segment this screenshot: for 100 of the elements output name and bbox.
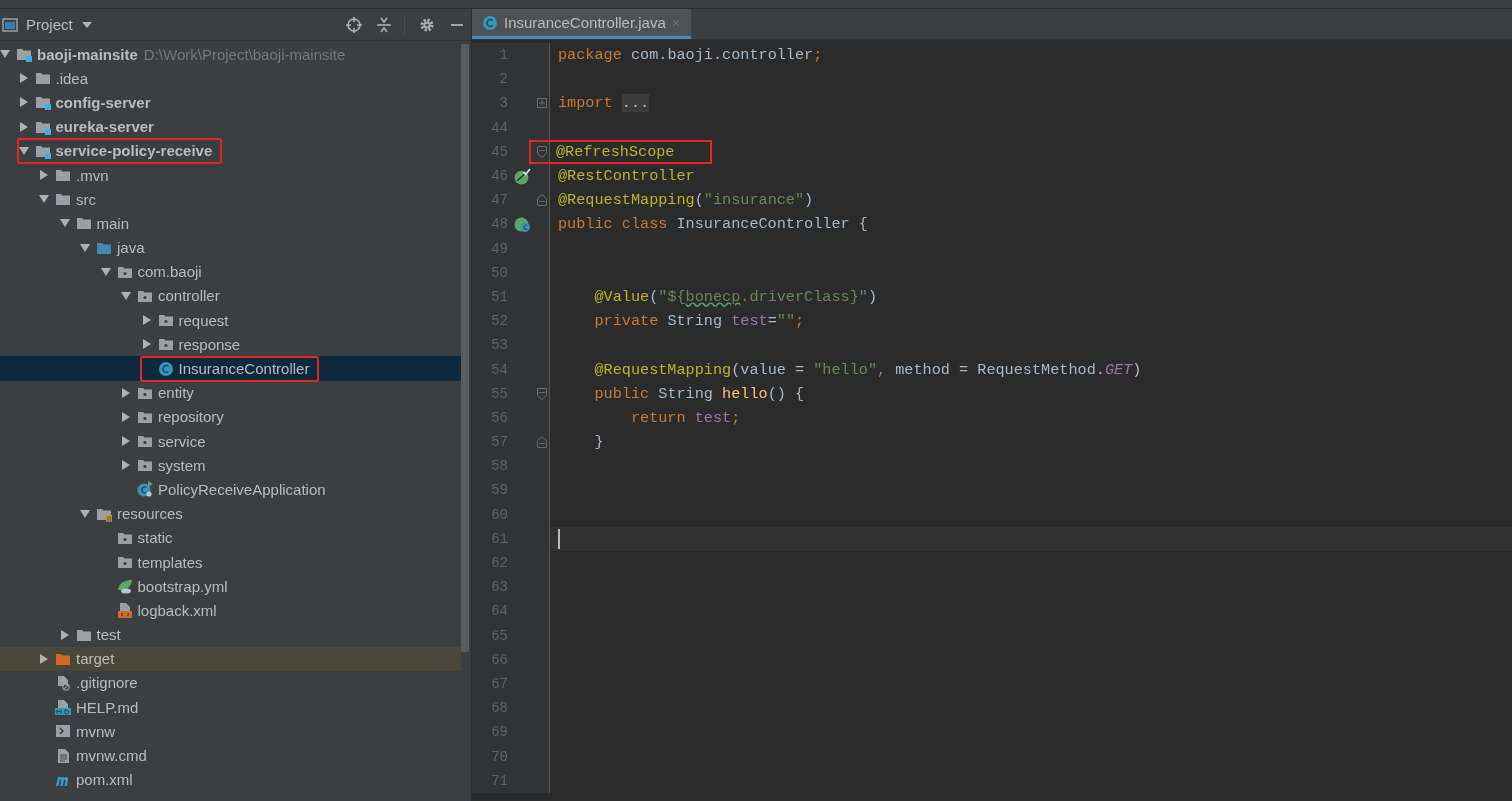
tree-item[interactable]: PolicyReceiveApplication	[0, 477, 461, 502]
tree-label: request	[178, 311, 229, 329]
tree-item[interactable]: com.baoji	[0, 259, 461, 284]
tree-item[interactable]: templates	[0, 549, 461, 575]
tree-item[interactable]: baoji-mainsite D:\Work\Project\baoji-mainsite	[0, 42, 461, 67]
tree-item[interactable]: HELP.md	[0, 695, 461, 720]
tree-item[interactable]: mvnw	[0, 719, 461, 744]
markdown-file-icon	[55, 699, 71, 716]
tree-item[interactable]: config-server	[0, 90, 461, 115]
tree-label: response	[178, 335, 241, 353]
tree-item[interactable]: controller	[0, 283, 461, 309]
collapsed-arrow-icon[interactable]	[141, 339, 152, 350]
folder-icon	[34, 70, 51, 87]
expanded-arrow-icon[interactable]	[39, 194, 49, 205]
class-bean-icon[interactable]	[513, 215, 531, 233]
module-folder-icon	[16, 46, 32, 63]
tree-label: main	[96, 214, 129, 232]
collapsed-arrow-icon[interactable]	[121, 460, 131, 471]
tree-item[interactable]: .idea	[0, 66, 461, 91]
collapsed-arrow-icon[interactable]	[18, 121, 29, 132]
tree-item[interactable]: bootstrap.yml	[0, 574, 461, 599]
tree-label: test	[96, 626, 121, 644]
class-icon	[482, 14, 498, 31]
tree-item[interactable]: .mvn	[0, 162, 461, 188]
tree-item[interactable]: resources	[0, 501, 461, 526]
tree-label: baoji-mainsite	[37, 45, 138, 63]
terminal-icon	[55, 723, 71, 740]
tree-label: com.baoji	[137, 263, 202, 281]
tree-item[interactable]: response	[0, 332, 461, 357]
tree-label: logback.xml	[137, 601, 217, 619]
leaf-icon	[116, 578, 133, 595]
tree-label: service	[158, 432, 206, 450]
tree-label: static	[137, 529, 173, 547]
tree-item[interactable]: system	[0, 453, 461, 478]
tree-item[interactable]: logback.xml	[0, 598, 461, 623]
tree-item[interactable]: test	[0, 622, 461, 647]
tree-item[interactable]: java	[0, 235, 461, 260]
expanded-arrow-icon[interactable]	[59, 218, 70, 229]
tree-item[interactable]: pom.xml	[0, 767, 461, 792]
tree-label: target	[76, 650, 115, 668]
expanded-arrow-icon[interactable]	[121, 290, 131, 301]
tree-label: java	[117, 239, 145, 257]
tree-label: .mvn	[76, 166, 109, 184]
tab-label: InsuranceController.java	[504, 14, 666, 31]
package-folder-icon	[157, 336, 174, 353]
code-line: package com.baoji.controller;	[557, 45, 824, 67]
file-tab[interactable]: InsuranceController.java ×	[472, 9, 691, 39]
collapsed-arrow-icon[interactable]	[39, 653, 49, 664]
collapsed-arrow-icon[interactable]	[18, 73, 29, 84]
package-folder-icon	[157, 312, 174, 329]
folder-icon	[55, 167, 71, 184]
tree-label: HELP.md	[76, 698, 139, 716]
tree-label: PolicyReceiveApplication	[158, 480, 326, 498]
xml-file-icon	[116, 602, 133, 619]
tree-label: resources	[117, 505, 183, 523]
tree-item[interactable]: entity	[0, 380, 461, 405]
collapsed-arrow-icon[interactable]	[121, 436, 131, 447]
tree-item[interactable]: service	[0, 429, 461, 454]
tree-label: system	[158, 456, 206, 474]
tree-label: eureka-server	[55, 118, 154, 136]
locate-icon[interactable]	[346, 16, 362, 33]
tree-item[interactable]: mvnw.cmd	[0, 743, 461, 768]
code-line: @RequestMapping(value = "hello", method = RequestMethod.GET)	[593, 359, 1143, 381]
collapsed-arrow-icon[interactable]	[121, 411, 131, 422]
tree-item[interactable]: eureka-server	[0, 114, 461, 139]
package-folder-icon	[137, 457, 153, 474]
collapsed-arrow-icon[interactable]	[141, 315, 152, 326]
expanded-arrow-icon[interactable]	[80, 242, 90, 253]
expanded-arrow-icon[interactable]	[80, 508, 90, 519]
collapsed-arrow-icon[interactable]	[121, 387, 131, 398]
tree-item[interactable]: request	[0, 308, 461, 333]
code-line: @Value("${bonecp.driverClass}")	[593, 286, 879, 308]
text-cursor	[558, 528, 560, 549]
bean-icon[interactable]	[513, 167, 531, 185]
tree-label: entity	[158, 384, 194, 402]
expanded-arrow-icon[interactable]	[0, 49, 10, 60]
tree-item[interactable]: .gitignore	[0, 670, 461, 696]
collapsed-arrow-icon[interactable]	[59, 629, 70, 640]
tree-item[interactable]: target	[0, 646, 461, 671]
scrollbar[interactable]	[461, 44, 469, 652]
tree-item[interactable]: repository	[0, 404, 461, 429]
tree-label: pom.xml	[76, 771, 133, 789]
expanded-arrow-icon[interactable]	[18, 145, 29, 156]
tree-item[interactable]: service-policy-receive	[0, 138, 461, 163]
code-line: }	[593, 432, 605, 454]
collapsed-arrow-icon[interactable]	[18, 97, 29, 108]
code-line: public String hello() {	[593, 383, 806, 405]
project-view-dropdown[interactable]: Project	[26, 16, 92, 33]
settings-icon[interactable]	[419, 16, 435, 33]
tree-label: .gitignore	[76, 674, 138, 692]
code-line: @RestController	[557, 166, 696, 188]
code-line: public class InsuranceController {	[557, 214, 869, 236]
folder-icon	[55, 191, 71, 208]
collapsed-arrow-icon[interactable]	[39, 170, 49, 181]
tree-item[interactable]: static	[0, 525, 461, 550]
expanded-arrow-icon[interactable]	[100, 266, 111, 277]
tree-item[interactable]: main	[0, 211, 461, 236]
tree-item[interactable]: src	[0, 187, 461, 212]
collapse-all-icon[interactable]	[376, 16, 392, 33]
tree-item[interactable]: InsuranceController	[0, 356, 461, 381]
